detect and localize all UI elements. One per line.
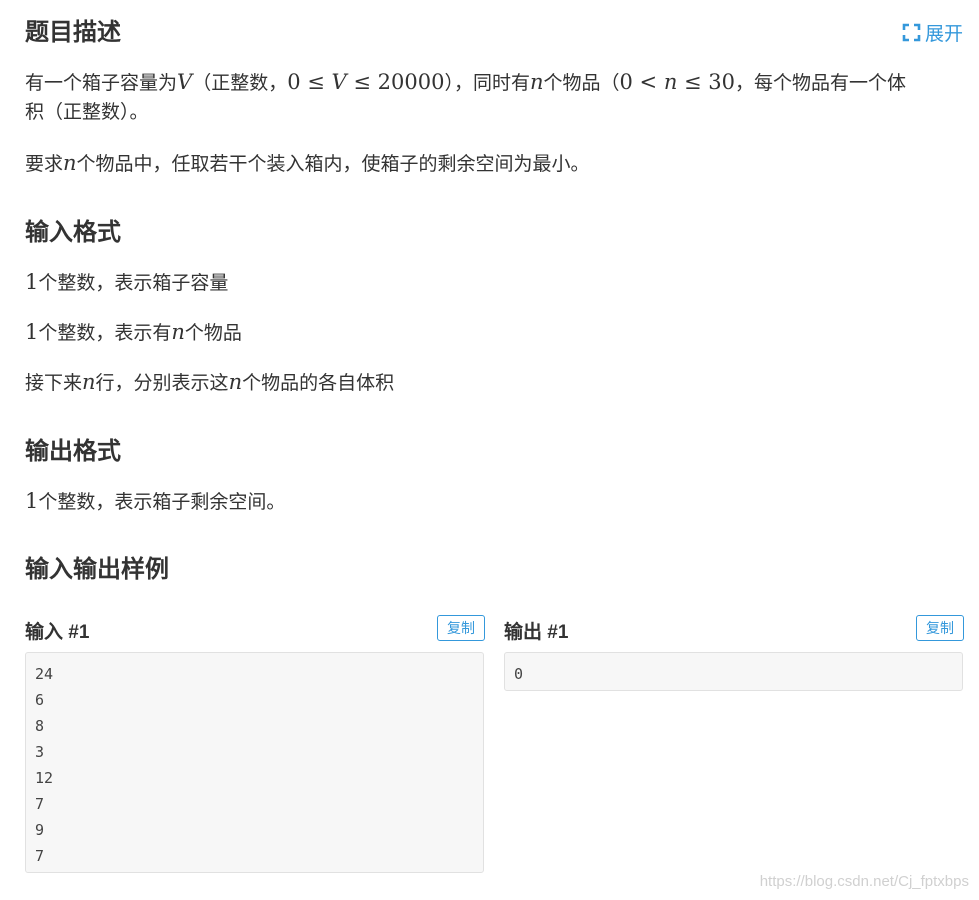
output-format-title: 输出格式 bbox=[25, 438, 121, 465]
code-line: 6 bbox=[35, 691, 45, 709]
input-format-line-3: 接下来n行，分别表示这n个物品的各自体积 bbox=[25, 370, 395, 394]
code-line: 7 bbox=[35, 795, 45, 813]
code-line: 12 bbox=[35, 769, 54, 787]
description-paragraph-1: 有一个箱子容量为V（正整数，0 ≤ V ≤ 20000），同时有n个物品（0 <… bbox=[25, 70, 907, 94]
copy-output-button[interactable]: 复制 bbox=[916, 615, 964, 641]
samples-title: 输入输出样例 bbox=[25, 556, 169, 583]
description-header: 题目描述 展开 bbox=[25, 17, 963, 49]
code-line: 9 bbox=[35, 821, 45, 839]
sample-output-box[interactable]: 0 bbox=[504, 652, 963, 691]
code-line: 8 bbox=[35, 717, 45, 735]
code-line: 0 bbox=[514, 665, 524, 683]
watermark: https://blog.csdn.net/Cj_fptxbps bbox=[759, 873, 969, 890]
input-format-line-2: 1个整数，表示有n个物品 bbox=[25, 320, 242, 344]
expand-label: 展开 bbox=[924, 24, 963, 45]
description-paragraph-2: 要求n个物品中，任取若干个装入箱内，使箱子的剩余空间为最小。 bbox=[25, 151, 590, 175]
sample-output-label: 输出 #1 bbox=[504, 622, 569, 643]
sample-input-box[interactable]: 24 6 8 3 12 7 9 7 bbox=[25, 652, 484, 873]
output-format-line-1: 1个整数，表示箱子剩余空间。 bbox=[25, 489, 286, 513]
sample-input-label: 输入 #1 bbox=[25, 622, 90, 643]
expand-button[interactable]: 展开 bbox=[902, 19, 963, 46]
expand-icon bbox=[902, 23, 921, 42]
code-line: 3 bbox=[35, 743, 45, 761]
code-line: 7 bbox=[35, 847, 45, 865]
description-paragraph-1-line-2: 积（正整数）。 bbox=[25, 102, 149, 123]
input-format-title: 输入格式 bbox=[25, 219, 121, 246]
copy-input-button[interactable]: 复制 bbox=[437, 615, 485, 641]
input-format-line-1: 1个整数，表示箱子容量 bbox=[25, 270, 229, 294]
description-title: 题目描述 bbox=[25, 19, 121, 46]
code-line: 24 bbox=[35, 665, 54, 683]
